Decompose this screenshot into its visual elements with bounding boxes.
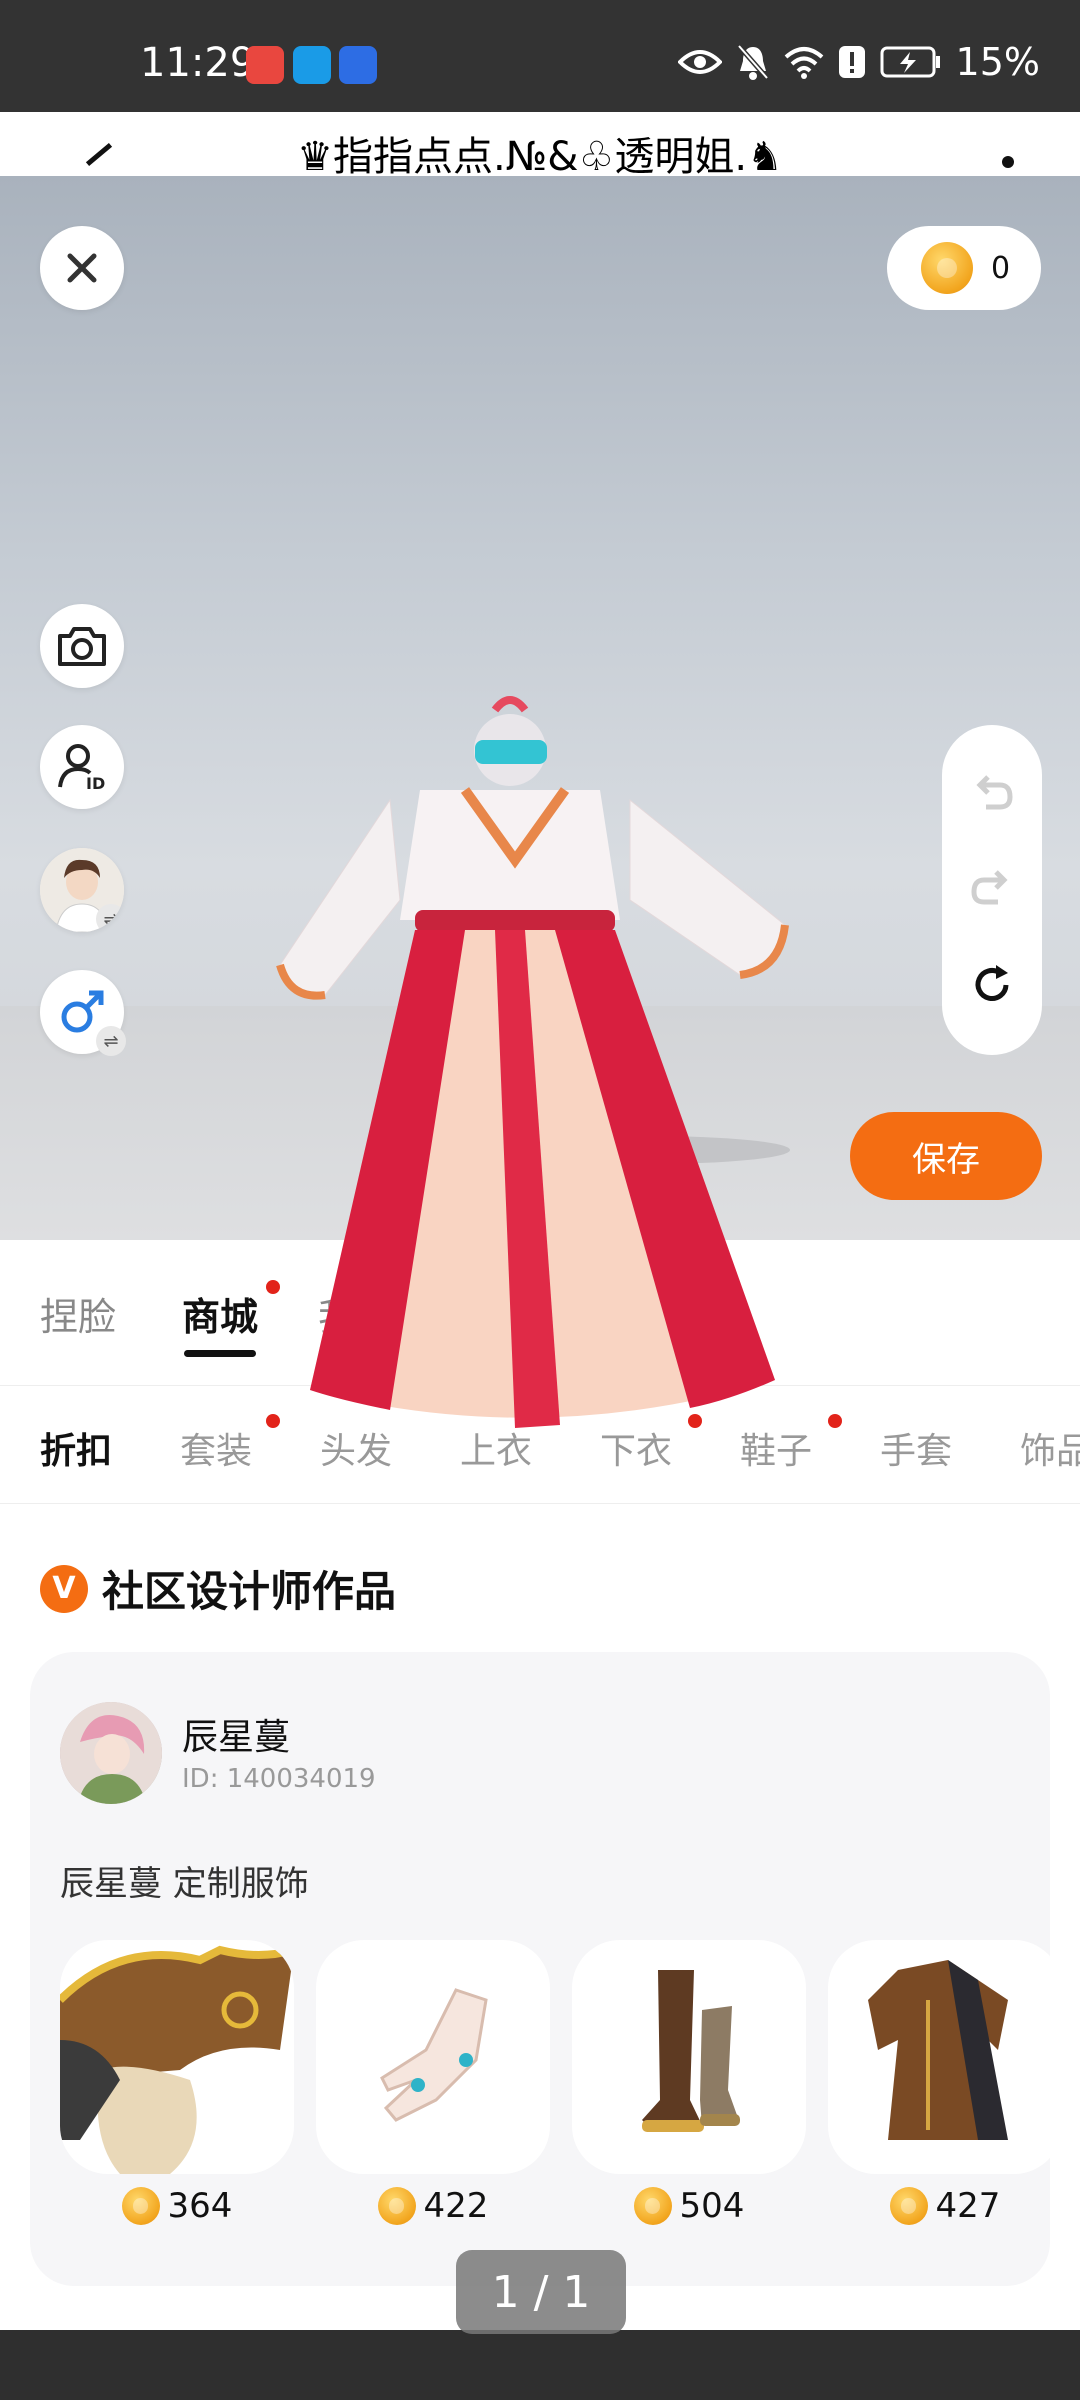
price-value: 504: [679, 2186, 745, 2226]
designer-avatar-image: [60, 1702, 162, 1804]
item-price: 364: [60, 2186, 294, 2226]
ring-hand-image: [380, 1988, 488, 2122]
gender-switch-button[interactable]: ⇌: [40, 970, 126, 1056]
coin-count: 0: [991, 250, 1011, 286]
coin-icon: [921, 242, 973, 294]
camera-button[interactable]: [40, 604, 124, 688]
price-value: 427: [935, 2186, 1001, 2226]
item-image: [828, 1940, 1050, 2174]
refresh-icon[interactable]: [970, 963, 1014, 1007]
shoes-dot: [828, 1414, 842, 1428]
swap-icon: ⇌: [96, 1026, 126, 1056]
eye-icon: [677, 50, 722, 74]
close-icon: [67, 253, 97, 283]
system-nav-bar: [0, 2330, 1080, 2400]
section-header: V 社区设计师作品: [40, 1558, 396, 1619]
right-sleeve: [629, 798, 786, 976]
coin-icon: [633, 2187, 672, 2225]
page-indicator: 1 / 1: [456, 2250, 626, 2334]
item-card[interactable]: 427: [828, 1940, 1050, 2226]
coin-balance[interactable]: 0: [887, 226, 1041, 310]
item-image: [572, 1940, 806, 2174]
status-icons: 15%: [677, 40, 1040, 84]
category-discount[interactable]: 折扣: [40, 1422, 112, 1474]
tab-underline: [184, 1350, 256, 1357]
coin-icon: [889, 2187, 928, 2225]
designer-avatar[interactable]: [60, 1702, 162, 1804]
item-card[interactable]: 364: [60, 1940, 294, 2226]
wifi-icon: [784, 47, 823, 79]
alert-icon: [838, 46, 865, 78]
bell-off-icon: [736, 44, 769, 80]
item-price: 427: [828, 2186, 1050, 2226]
swap-icon: ⇌: [96, 904, 124, 932]
status-time: 11:29: [140, 40, 256, 86]
coin-icon: [377, 2187, 416, 2225]
battery-charging-icon: [880, 46, 940, 78]
category-accessories[interactable]: 饰品: [1020, 1422, 1080, 1474]
boots-image: [642, 1970, 740, 2132]
search-app-icon: [293, 46, 331, 84]
huawei-app-icon: [246, 46, 284, 84]
v-badge-icon: V: [40, 1564, 88, 1613]
designer-card[interactable]: 辰星蔓 ID: 140034019 辰星蔓 定制服饰 364 422 504 4…: [30, 1652, 1050, 2286]
section-title: 社区设计师作品: [102, 1567, 397, 1616]
save-button[interactable]: 保存: [850, 1112, 1042, 1200]
item-list: 364 422 504 427: [60, 1940, 1050, 2250]
pirate-hat-image: [60, 1945, 294, 2174]
item-image: [60, 1940, 294, 2174]
item-price: 504: [572, 2186, 806, 2226]
history-controls: [942, 725, 1042, 1055]
id-button[interactable]: ID: [40, 725, 124, 809]
bulb-app-icon: [339, 46, 377, 84]
item-card[interactable]: 422: [316, 1940, 550, 2226]
visor: [475, 740, 547, 764]
item-card[interactable]: 504: [572, 1940, 806, 2226]
designer-name: 辰星蔓: [182, 1717, 291, 1758]
item-price: 422: [316, 2186, 550, 2226]
price-value: 422: [423, 2186, 489, 2226]
belt: [415, 910, 615, 932]
battery-level: 15%: [955, 40, 1040, 84]
id-icon: ID: [58, 744, 105, 793]
status-bar: 11:29 15% ♛指指点点.№&♧透明姐.♞: [0, 0, 1080, 176]
designer-description: 辰星蔓 定制服饰: [60, 1864, 309, 1904]
designer-id: ID: 140034019: [182, 1764, 376, 1794]
page-title: ♛指指点点.№&♧透明姐.♞: [297, 134, 783, 176]
category-gloves[interactable]: 手套: [880, 1422, 952, 1474]
coat-image: [868, 1960, 1008, 2140]
category-suit[interactable]: 套装: [180, 1422, 252, 1474]
avatar-character[interactable]: [270, 690, 800, 1450]
redo-icon[interactable]: [970, 868, 1014, 908]
tab-shop[interactable]: 商城: [182, 1286, 258, 1341]
avatar-switch-button[interactable]: ⇌: [40, 848, 124, 932]
more-icon[interactable]: [1002, 156, 1014, 168]
price-value: 364: [167, 2186, 233, 2226]
left-sleeve: [279, 798, 401, 997]
coin-icon: [121, 2187, 160, 2225]
page-header: ♛指指点点.№&♧透明姐.♞: [0, 112, 1080, 176]
item-image: [316, 1940, 550, 2174]
camera-icon: [58, 627, 106, 666]
undo-icon[interactable]: [970, 773, 1014, 813]
svg-text:ID: ID: [86, 774, 105, 793]
tab-face[interactable]: 捏脸: [40, 1286, 116, 1341]
close-button[interactable]: [40, 226, 124, 310]
